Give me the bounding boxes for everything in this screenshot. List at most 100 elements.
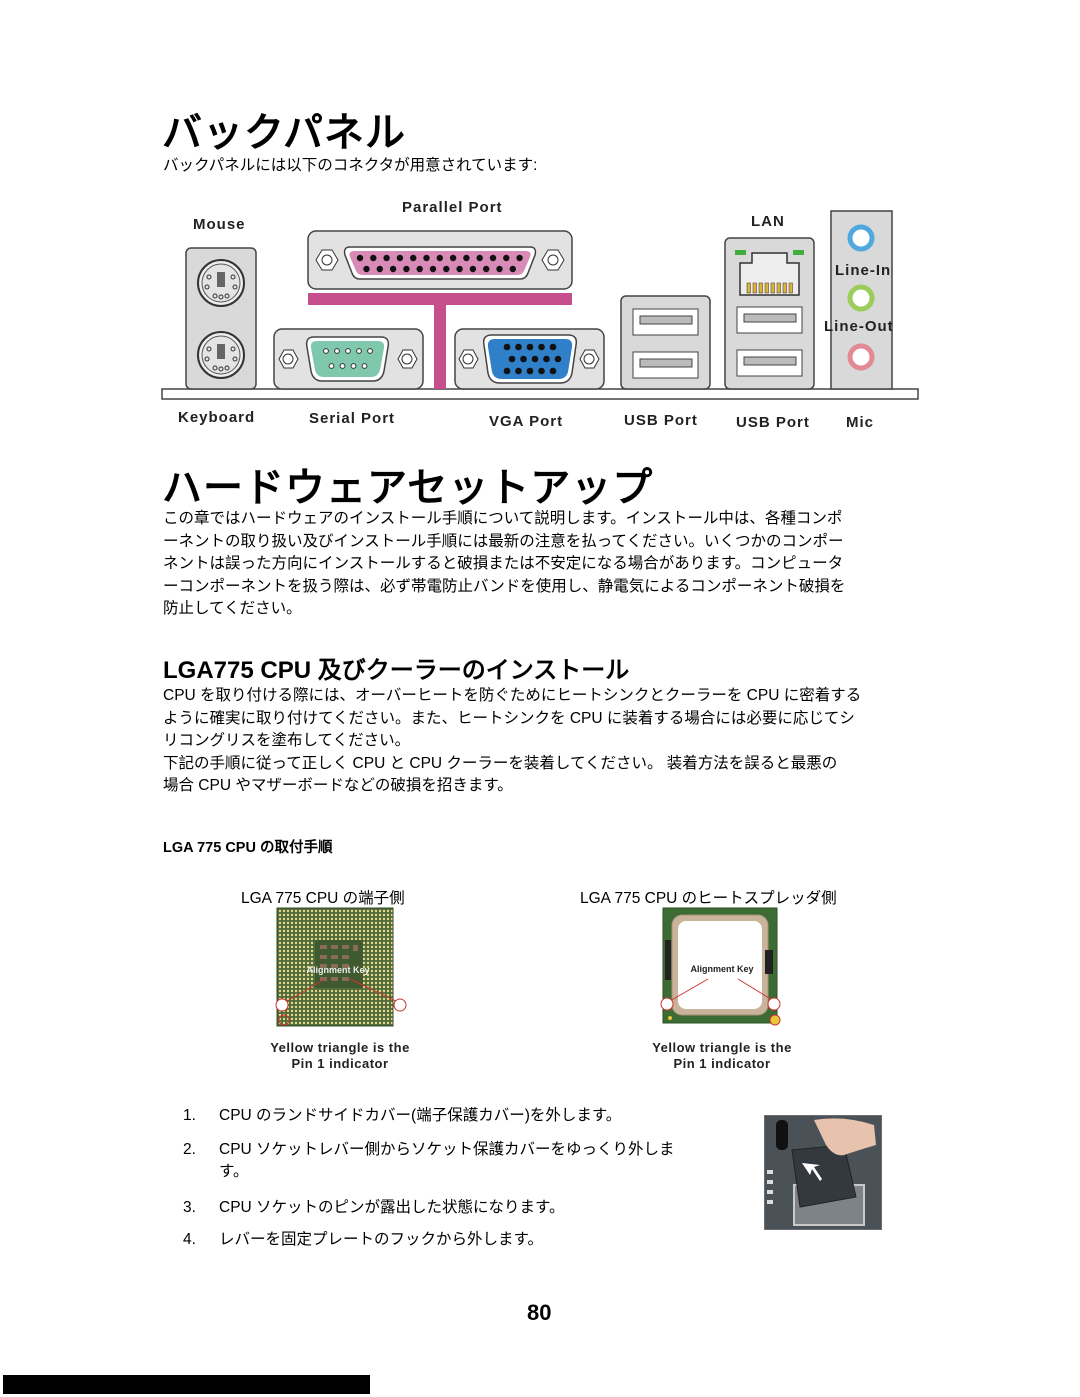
step-text: CPU ソケットレバー側からソケット保護カバーをゆっくり外します。 <box>219 1141 675 1180</box>
lan-contact <box>770 282 775 294</box>
lan-contact <box>788 282 793 294</box>
connector-pin <box>456 265 463 273</box>
connector-pin <box>489 254 497 262</box>
connector-pin <box>449 254 457 262</box>
label-keyboard: Keyboard <box>178 409 256 426</box>
usb-port-block-1-icon <box>620 295 711 390</box>
ps2-keyboard-port-icon <box>197 331 245 379</box>
label-mic: Mic <box>846 414 875 431</box>
serial-port-icon <box>273 328 424 390</box>
ps2-mouse-port-icon <box>197 259 245 307</box>
ps2-block <box>185 247 257 390</box>
connector-pin <box>515 367 522 375</box>
mic-jack-icon <box>847 343 875 371</box>
connector-pin <box>526 367 534 375</box>
label-parallel-port: Parallel Port <box>402 199 503 216</box>
step-number: 4. <box>183 1231 196 1248</box>
connector-pin <box>526 343 534 351</box>
connector-pin <box>476 254 483 262</box>
connector-pin <box>554 355 562 363</box>
lan-contact <box>758 282 763 294</box>
back-panel-illustration <box>161 210 919 400</box>
connector-pin <box>389 265 397 273</box>
label-line-out: Line-Out <box>824 318 894 335</box>
svg-text:Alignment Key: Alignment Key <box>690 964 753 974</box>
connector-pin <box>496 265 503 273</box>
paragraph-line: リコングリスを塗布してください。 <box>163 732 411 749</box>
connector-pin <box>323 348 329 354</box>
step-number: 2. <box>183 1141 196 1158</box>
paragraph-line: この章ではハードウェアのインストール手順について説明します。インストール中は、各… <box>163 510 843 527</box>
connector-pin <box>376 265 383 273</box>
connector-pin <box>410 254 417 262</box>
cpu-land-side-image: Alignment Key <box>270 905 410 1030</box>
io-shield-baseline <box>161 388 919 400</box>
socket-cover-removal-photo <box>763 1114 883 1231</box>
connector-pin <box>383 254 390 262</box>
connector-pin <box>503 343 511 351</box>
paragraph-line: CPU を取り付ける際には、オーバーヒートを防ぐためにヒートシンクとクーラーを … <box>163 687 862 704</box>
connector-pin <box>538 367 545 375</box>
back-panel-diagram: Mouse Parallel Port LAN Line-In Line-Out… <box>160 195 925 440</box>
step-number: 3. <box>183 1199 196 1216</box>
connector-pin <box>356 348 362 354</box>
step-text: CPU ソケットのピンが露出した状態になります。 <box>219 1199 565 1216</box>
lan-contact <box>776 282 781 294</box>
connector-pin <box>370 254 377 262</box>
paragraph-line: ーネントの取り扱い及びインストール手順には最新の注意を払ってください。いくつかの… <box>163 532 844 550</box>
connector-pin <box>416 265 423 273</box>
label-usb-port-1: USB Port <box>624 412 698 429</box>
label-mouse: Mouse <box>193 216 246 233</box>
connector-pin <box>520 355 527 363</box>
connector-pin <box>396 254 404 262</box>
back-panel-intro: バックパネルには以下のコネクタが用意されています: <box>163 157 538 174</box>
procedure-heading: LGA 775 CPU の取付手順 <box>163 840 333 856</box>
connector-pin <box>503 254 510 262</box>
connector-pin <box>328 363 335 369</box>
line-out-jack-icon <box>847 284 875 312</box>
paragraph-line: 防止してください。 <box>163 600 302 617</box>
pin1-note-line: Yellow triangle is the <box>652 1040 792 1055</box>
connector-pin <box>363 265 370 273</box>
cpu-section-title: LGA775 CPU 及びクーラーのインストール <box>163 657 630 684</box>
step-number: 1. <box>183 1107 196 1124</box>
connector-pin <box>538 343 545 351</box>
connector-pin <box>543 355 550 363</box>
step-item: 2. CPU ソケットレバー側からソケット保護カバーをゆっくり外します。 <box>183 1139 723 1183</box>
connector-pin <box>483 265 490 273</box>
connector-pin <box>531 355 539 363</box>
pin1-note-line: Pin 1 indicator <box>291 1056 389 1071</box>
step-item: 4. レバーを固定プレートのフックから外します。 <box>183 1229 723 1251</box>
pin1-note-line: Pin 1 indicator <box>673 1056 771 1071</box>
lan-usb-block-icon <box>724 237 815 390</box>
label-lan: LAN <box>751 213 785 230</box>
connector-pin <box>463 254 470 262</box>
paragraph-line: ネントは誤った方向にインストールすると破損または不安定になる場合があります。コン… <box>163 555 844 572</box>
connector-pin <box>339 363 346 369</box>
hardware-setup-body: この章ではハードウェアのインストール手順について説明します。インストール中は、各… <box>163 508 923 621</box>
connector-pin <box>509 265 516 273</box>
hardware-setup-title: ハードウェアセットアップ <box>162 466 654 510</box>
connector-pin <box>367 348 373 354</box>
page-number: 80 <box>527 1300 552 1325</box>
paragraph-line: ように確実に取り付けてください。また、ヒートシンクを CPU に装着する場合には… <box>163 709 855 727</box>
parallel-port-icon <box>307 230 573 290</box>
paragraph-line: ーコンポーネントを扱う際は、必ず帯電防止バンドを使用し、静電気によるコンポーネン… <box>163 577 846 595</box>
connector-pin <box>515 343 522 351</box>
connector-pin <box>549 343 557 351</box>
pin1-note-land-side: Yellow triangle is the Pin 1 indicator <box>240 1040 440 1072</box>
label-vga-port: VGA Port <box>489 413 564 430</box>
lan-contact <box>752 282 757 294</box>
line-in-jack-icon <box>847 224 875 252</box>
connector-pin <box>508 355 516 363</box>
label-line-in: Line-In <box>835 262 892 279</box>
connector-pin <box>350 363 357 369</box>
footer-bar <box>3 1375 370 1394</box>
connector-pin <box>403 265 410 273</box>
connector-pin <box>361 363 368 369</box>
connector-pin <box>443 265 450 273</box>
connector-pin <box>345 348 351 354</box>
pin1-note-heat-spreader-side: Yellow triangle is the Pin 1 indicator <box>622 1040 822 1072</box>
lan-contact <box>782 282 787 294</box>
connector-pin <box>503 367 511 375</box>
